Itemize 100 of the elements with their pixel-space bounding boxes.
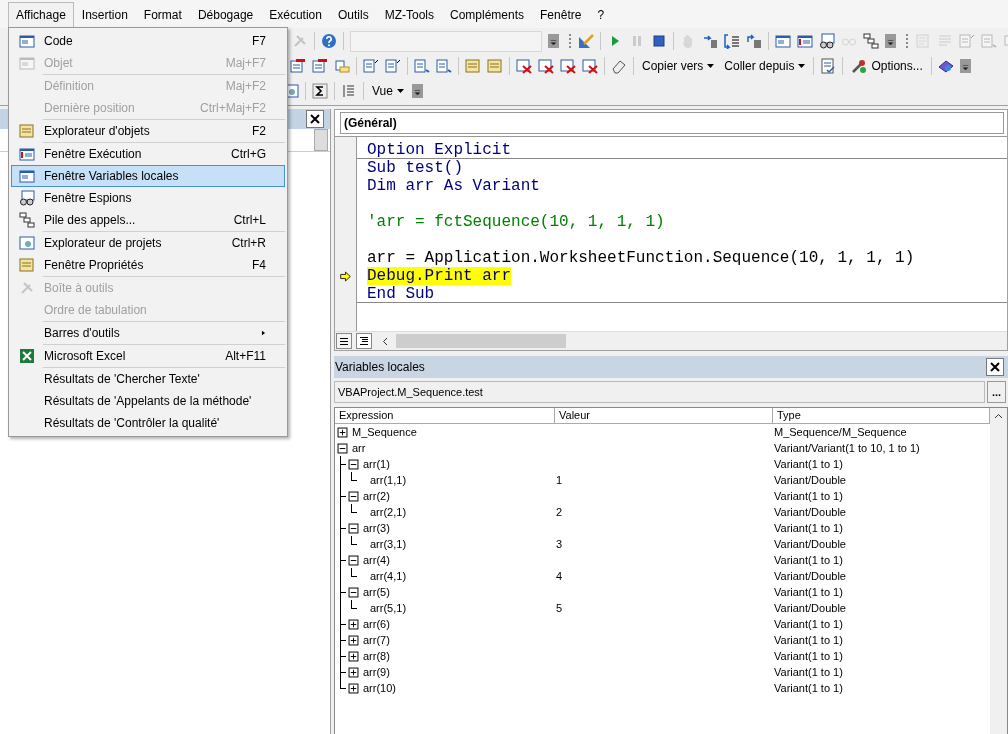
module-view-button[interactable] (356, 333, 372, 349)
window-cross-icon[interactable] (560, 58, 576, 74)
eraser-icon[interactable] (611, 58, 627, 74)
outdent-icon[interactable] (436, 58, 452, 74)
window-cross-icon[interactable] (516, 58, 532, 74)
column-header[interactable]: Valeur (555, 408, 773, 424)
expression-text: arr(1,1) (369, 473, 407, 488)
code-line: Dim arr As Variant (367, 177, 540, 195)
menu-item[interactable]: Fenêtre Variables locales (11, 165, 285, 187)
code-line: Sub test() (367, 159, 463, 177)
overflow-icon[interactable] (959, 59, 971, 73)
tree-toggle[interactable] (348, 458, 359, 470)
checklist-icon[interactable] (820, 58, 837, 74)
scroll-left-icon[interactable] (382, 336, 388, 346)
value-text: 2 (555, 505, 563, 520)
tree-toggle[interactable] (348, 522, 359, 534)
menu-item[interactable]: Fenêtre Espions (11, 187, 285, 209)
column-header[interactable]: Expression (335, 408, 555, 424)
expression-text: arr(10) (362, 681, 396, 696)
tree-toggle[interactable] (348, 634, 359, 646)
ruler-pencil-icon[interactable] (578, 33, 594, 49)
call-stack-icon[interactable] (863, 33, 879, 49)
menu-item[interactable]: Résultats de 'Chercher Texte' (11, 368, 285, 390)
expression-text: arr(7) (362, 633, 390, 648)
step-over-icon[interactable] (724, 33, 740, 49)
value-text: 3 (555, 537, 563, 552)
menu-item[interactable]: Explorateur de projets Ctrl+R (11, 232, 285, 254)
tree-toggle[interactable] (348, 618, 359, 630)
menu-item[interactable]: Code F7 (11, 30, 285, 52)
menu-item[interactable]: Affichage (8, 2, 74, 28)
expression-text: arr(6) (362, 617, 390, 632)
indent-icon[interactable] (385, 58, 401, 74)
tree-toggle[interactable] (348, 490, 359, 502)
tree-toggle[interactable] (348, 666, 359, 678)
overflow-icon[interactable] (411, 84, 423, 98)
indent-icon[interactable] (363, 58, 379, 74)
step-into-icon[interactable] (702, 33, 718, 49)
menu-item[interactable]: Outils (329, 2, 377, 28)
book-icon[interactable] (937, 58, 954, 74)
sigma-icon[interactable] (312, 83, 328, 99)
menu-item[interactable]: Pile des appels... Ctrl+L (11, 209, 285, 231)
menu-item[interactable]: Insertion (73, 2, 136, 28)
menu-item[interactable]: Compléments (442, 2, 533, 28)
window-icon[interactable] (797, 33, 813, 49)
glasses-icon[interactable] (819, 33, 835, 49)
context-button[interactable]: ... (987, 381, 1006, 403)
help-icon[interactable] (321, 33, 337, 49)
tree-toggle[interactable] (348, 650, 359, 662)
grip-icon[interactable] (569, 33, 572, 49)
tree-toggle[interactable] (348, 554, 359, 566)
menu-item[interactable]: Explorateur d'objets F2 (11, 120, 285, 142)
expression-text: arr (351, 441, 366, 456)
type-text: Variant(1 to 1) (773, 585, 843, 600)
options-button[interactable]: Options... (849, 56, 925, 76)
grip-icon[interactable] (906, 33, 909, 49)
menu-item[interactable]: ? (589, 2, 613, 28)
module-icon (19, 123, 35, 139)
menu-item[interactable]: Format (135, 2, 190, 28)
scroll-up-icon[interactable] (994, 413, 1003, 419)
value-text: 5 (555, 601, 563, 616)
dropdown-button[interactable]: Coller depuis (722, 57, 808, 75)
scrollbar[interactable] (990, 408, 1007, 734)
window-icon[interactable] (312, 58, 328, 74)
menu-item[interactable]: Débogage (189, 2, 262, 28)
tree-toggle[interactable] (337, 442, 348, 454)
step-out-icon[interactable] (746, 33, 762, 49)
window-icon[interactable] (775, 33, 791, 49)
tree-toggle[interactable] (348, 586, 359, 598)
column-header[interactable]: Type (773, 408, 990, 424)
tree-toggle[interactable] (337, 426, 348, 438)
menu-item[interactable]: MZ-Tools (376, 2, 442, 28)
menu-item[interactable]: Exécution (261, 2, 330, 28)
procedure-dropdown[interactable]: (Général) (340, 112, 1004, 134)
expression-text: arr(2) (362, 489, 390, 504)
close-button[interactable] (306, 110, 324, 128)
spreadsheet-icon (19, 348, 35, 364)
window-icon[interactable] (290, 58, 306, 74)
close-button[interactable] (986, 358, 1004, 376)
code-line: End Sub (367, 285, 435, 303)
overflow-icon[interactable] (548, 34, 559, 48)
window-cross-icon[interactable] (582, 58, 598, 74)
stop-icon[interactable] (651, 33, 667, 49)
procedure-view-button[interactable] (336, 333, 352, 349)
menu-item[interactable]: Résultats de 'Appelants de la méthode' (11, 390, 285, 412)
menu-item[interactable]: Fenêtre Exécution Ctrl+G (11, 143, 285, 165)
scrollbar-thumb[interactable] (396, 334, 566, 348)
menu-item[interactable]: Barres d'outils (11, 322, 285, 344)
menu-item[interactable]: Fenêtre (532, 2, 590, 28)
overflow-icon[interactable] (885, 34, 896, 48)
dropdown-button[interactable]: Copier vers (640, 57, 717, 75)
list-icon[interactable] (341, 83, 357, 99)
menu-item[interactable]: Résultats de 'Contrôler la qualité' (11, 412, 285, 434)
type-text: Variant/Double (773, 601, 846, 616)
menu-item[interactable]: Microsoft Excel Alt+F11 (11, 345, 285, 367)
menu-item[interactable]: Fenêtre Propriétés F4 (11, 254, 285, 276)
type-text: Variant(1 to 1) (773, 521, 843, 536)
tree-toggle[interactable] (348, 682, 359, 694)
outdent-icon[interactable] (414, 58, 430, 74)
window-cross-icon[interactable] (538, 58, 554, 74)
dropdown-button[interactable]: Vue (370, 82, 406, 100)
